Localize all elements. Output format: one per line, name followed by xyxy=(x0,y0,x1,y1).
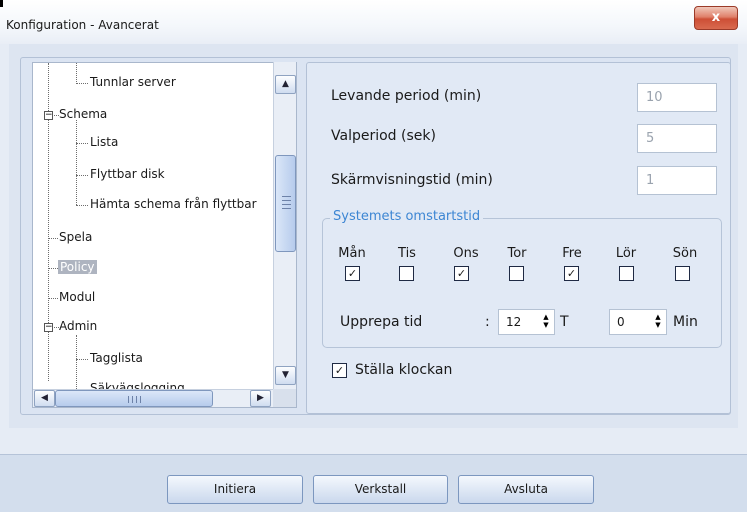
exit-button[interactable]: Avsluta xyxy=(458,475,594,504)
grip-line xyxy=(128,396,129,403)
day-checkbox-sun[interactable] xyxy=(675,266,690,281)
day-label-thu: Tor xyxy=(507,246,527,261)
tree-horizontal-scrollbar[interactable]: ◀ ▶ xyxy=(33,389,273,407)
day-label-mon: Mån xyxy=(338,246,366,261)
set-clock-label: Ställa klockan xyxy=(355,362,453,378)
tree-item-tagglista[interactable]: Tagglista xyxy=(90,351,143,365)
day-label-sun: Sön xyxy=(672,246,698,261)
time-colon: : xyxy=(485,314,490,330)
scroll-left-icon[interactable]: ◀ xyxy=(34,390,55,407)
corner-mark xyxy=(0,0,3,7)
tree-item-modul[interactable]: Modul xyxy=(59,290,95,304)
dialog-window: Konfiguration - Avancerat x Tunnlar serv… xyxy=(0,0,747,512)
tree-line xyxy=(48,238,58,239)
repeat-time-label: Upprepa tid xyxy=(340,314,423,330)
set-clock-checkbox[interactable]: ✓ xyxy=(332,363,347,378)
grip-line xyxy=(282,208,291,209)
restart-group-title: Systemets omstartstid xyxy=(330,209,484,224)
day-checkbox-tue[interactable] xyxy=(399,266,414,281)
tree-item-flyttbar-disk[interactable]: Flyttbar disk xyxy=(90,167,165,181)
day-checkbox-thu[interactable] xyxy=(509,266,524,281)
grip-line xyxy=(140,396,141,403)
tree-item-tunnlar-server[interactable]: Tunnlar server xyxy=(90,75,176,89)
live-period-label: Levande period (min) xyxy=(331,88,482,104)
hour-spinner[interactable]: 12 ▲ ▼ xyxy=(498,309,555,335)
spin-arrows-icon[interactable]: ▲ ▼ xyxy=(654,313,662,329)
tree-item-spela[interactable]: Spela xyxy=(59,230,92,244)
tree-line xyxy=(76,83,88,84)
horizontal-scroll-thumb[interactable] xyxy=(55,390,213,407)
screen-time-label: Skärmvisningstid (min) xyxy=(331,172,493,188)
scroll-down-icon[interactable]: ▼ xyxy=(275,366,296,385)
button-bar: Initiera Verkstall Avsluta xyxy=(0,454,747,512)
hour-value: 12 xyxy=(506,315,522,329)
grip-line xyxy=(136,396,137,403)
grip-line xyxy=(282,200,291,201)
tree-line xyxy=(48,298,58,299)
spin-arrows-icon[interactable]: ▲ ▼ xyxy=(542,313,550,329)
hour-unit: T xyxy=(560,314,569,330)
day-checkbox-wed[interactable]: ✓ xyxy=(454,266,469,281)
day-label-tue: Tis xyxy=(398,246,416,261)
scroll-right-icon[interactable]: ▶ xyxy=(250,390,271,407)
tree-item-lista[interactable]: Lista xyxy=(90,135,118,149)
minute-value: 0 xyxy=(617,315,625,329)
poll-period-field[interactable]: 5 xyxy=(637,124,717,153)
scroll-up-icon[interactable]: ▲ xyxy=(275,75,296,94)
tree-line xyxy=(76,120,77,205)
tree-line xyxy=(76,335,77,395)
init-button[interactable]: Initiera xyxy=(167,475,303,504)
title-bar: Konfiguration - Avancerat x xyxy=(0,0,747,44)
vertical-scroll-thumb[interactable] xyxy=(275,155,296,252)
poll-period-label: Valperiod (sek) xyxy=(331,128,436,144)
collapse-icon[interactable]: − xyxy=(44,323,53,332)
day-checkbox-mon[interactable]: ✓ xyxy=(345,266,360,281)
tree-line xyxy=(48,268,58,269)
window-title: Konfiguration - Avancerat xyxy=(6,18,159,32)
day-checkbox-fri[interactable]: ✓ xyxy=(564,266,579,281)
minute-unit: Min xyxy=(673,314,698,330)
tree-line xyxy=(76,63,77,84)
tree-item-hamta-schema[interactable]: Hämta schema från flyttbar xyxy=(90,197,257,211)
screen-time-field[interactable]: 1 xyxy=(637,166,717,195)
day-label-wed: Ons xyxy=(453,246,479,261)
tree-item-admin[interactable]: Admin xyxy=(59,319,97,333)
tree-line xyxy=(76,205,88,206)
day-label-fri: Fre xyxy=(562,246,582,261)
minute-spinner[interactable]: 0 ▲ ▼ xyxy=(609,309,667,335)
live-period-field[interactable]: 10 xyxy=(637,83,717,112)
tree-item-schema[interactable]: Schema xyxy=(59,107,107,121)
tree-line xyxy=(76,143,88,144)
tree-line xyxy=(76,359,88,360)
grip-line xyxy=(282,204,291,205)
tree-line xyxy=(76,175,88,176)
scrollbar-corner xyxy=(273,389,296,407)
collapse-icon[interactable]: − xyxy=(44,111,53,120)
grip-line xyxy=(132,396,133,403)
tree-vertical-scrollbar[interactable]: ▲ ▼ xyxy=(273,62,296,389)
day-label-sat: Lör xyxy=(615,246,637,261)
settings-tree: Tunnlar server − Schema Lista Flyttbar d… xyxy=(32,62,297,408)
tree-item-policy[interactable]: Policy xyxy=(58,260,97,274)
grip-line xyxy=(282,196,291,197)
apply-button[interactable]: Verkstall xyxy=(313,475,448,504)
close-button[interactable]: x xyxy=(694,6,738,30)
day-checkbox-sat[interactable] xyxy=(619,266,634,281)
